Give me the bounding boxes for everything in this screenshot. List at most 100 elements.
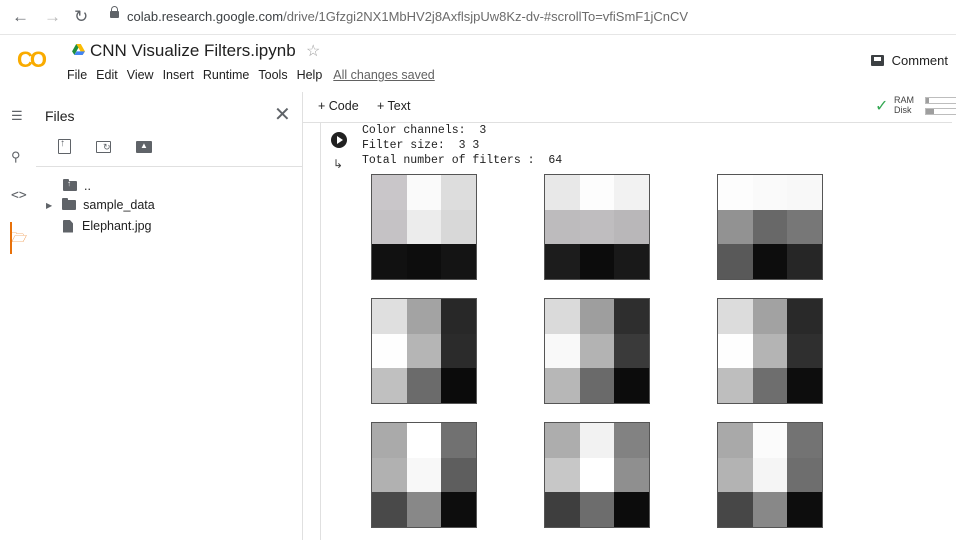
filter-pixel: [718, 299, 753, 334]
code-snippets-icon[interactable]: <>: [11, 188, 27, 203]
filter-pixel: [372, 333, 407, 369]
filter-pixel: [614, 244, 649, 279]
save-status-link[interactable]: All changes saved: [333, 68, 434, 82]
right-edge: [952, 122, 956, 540]
menu-edit[interactable]: Edit: [96, 68, 118, 82]
files-panel-title: Files: [45, 108, 75, 124]
filter-pixel: [372, 423, 407, 458]
filter-pixel: [718, 368, 753, 403]
filter-pixel: [787, 492, 822, 527]
resource-labels[interactable]: RAM Disk: [894, 95, 914, 115]
output-line: Color channels: 3: [362, 124, 487, 137]
file-tree-label: Elephant.jpg: [82, 219, 152, 233]
filter-pixel: [579, 368, 615, 403]
close-icon[interactable]: ✕: [274, 102, 291, 127]
filter-pixel: [718, 423, 753, 458]
cell-gutter: [320, 122, 321, 540]
filter-pixel: [406, 368, 442, 403]
file-tree-item-elephant[interactable]: Elephant.jpg: [61, 216, 152, 236]
url-path: /drive/1Gfzgi2NX1MbHV2j8AxflsjpUw8Kz-dv-…: [283, 9, 689, 24]
filter-pixel: [545, 175, 580, 210]
filter-pixel: [787, 209, 822, 245]
filter-pixel: [406, 175, 442, 210]
filter-pixel: [614, 423, 649, 458]
filter-pixel: [718, 209, 753, 245]
file-tree-item-parent[interactable]: ..: [63, 176, 91, 196]
filter-pixel: [441, 333, 476, 369]
filter-pixel: [372, 209, 407, 245]
filter-pixel: [545, 333, 580, 369]
filter-pixel: [441, 423, 476, 458]
filter-image: [717, 298, 823, 404]
expand-caret-icon[interactable]: ▶: [46, 201, 52, 210]
output-line: Filter size: 3 3: [362, 139, 480, 152]
filter-pixel: [545, 457, 580, 493]
filter-pixel: [614, 209, 649, 245]
url-host: colab.research.google.com: [127, 9, 284, 24]
colab-logo[interactable]: CO: [17, 47, 47, 73]
filter-pixel: [372, 457, 407, 493]
filter-image: [371, 422, 477, 528]
files-panel: Files ✕ .. ▶ sample_data Elephant.jpg: [36, 92, 303, 540]
filter-pixel: [752, 368, 788, 403]
menu-view[interactable]: View: [127, 68, 154, 82]
star-icon[interactable]: ☆: [306, 41, 320, 61]
filter-pixel: [406, 457, 442, 493]
notebook-title[interactable]: CNN Visualize Filters.ipynb: [90, 41, 296, 61]
ram-usage-bar: [925, 97, 956, 104]
filter-pixel: [441, 368, 476, 403]
filter-pixel: [545, 209, 580, 245]
filter-pixel: [614, 333, 649, 369]
output-icon[interactable]: ↳: [333, 157, 343, 171]
filter-pixel: [406, 244, 442, 279]
filter-pixel: [718, 492, 753, 527]
filter-pixel: [718, 457, 753, 493]
filter-pixel: [752, 423, 788, 458]
google-drive-icon: [72, 44, 85, 55]
filter-pixel: [372, 492, 407, 527]
filter-pixel: [579, 333, 615, 369]
filter-pixel: [787, 457, 822, 493]
back-arrow-icon[interactable]: ←: [12, 7, 29, 27]
run-cell-button[interactable]: [331, 132, 347, 148]
ram-label: RAM: [894, 95, 914, 105]
filter-pixel: [441, 457, 476, 493]
disk-label: Disk: [894, 105, 912, 115]
filter-pixel: [787, 244, 822, 279]
folder-icon[interactable]: 🗁: [11, 229, 27, 251]
filter-image: [717, 422, 823, 528]
filter-pixel: [718, 175, 753, 210]
filter-pixel: [752, 244, 788, 279]
comment-icon: [870, 55, 884, 66]
refresh-icon[interactable]: [96, 141, 111, 153]
filter-pixel: [718, 333, 753, 369]
filter-pixel: [579, 457, 615, 493]
filter-image: [544, 422, 650, 528]
add-text-button[interactable]: + Text: [377, 99, 410, 113]
search-icon[interactable]: ⚲: [11, 149, 21, 165]
filter-pixel: [752, 299, 788, 334]
files-toolbar: [58, 138, 177, 154]
filter-pixel: [752, 457, 788, 493]
reload-icon[interactable]: ↻: [74, 7, 88, 27]
comment-button[interactable]: Comment: [870, 53, 948, 68]
upload-icon[interactable]: [58, 138, 71, 154]
menu-tools[interactable]: Tools: [258, 68, 287, 82]
add-code-button[interactable]: + Code: [318, 99, 359, 113]
menu-file[interactable]: File: [67, 68, 87, 82]
file-tree-item-sample-data[interactable]: ▶ sample_data: [46, 195, 155, 215]
filter-pixel: [406, 333, 442, 369]
forward-arrow-icon[interactable]: →: [44, 7, 61, 27]
filter-pixel: [441, 299, 476, 334]
menu-help[interactable]: Help: [297, 68, 323, 82]
filter-pixel: [545, 299, 580, 334]
filter-pixel: [441, 209, 476, 245]
menu-insert[interactable]: Insert: [163, 68, 194, 82]
mount-drive-icon[interactable]: [136, 141, 152, 153]
folder-icon: [62, 198, 77, 210]
filter-pixel: [372, 299, 407, 334]
address-bar[interactable]: colab.research.google.com/drive/1Gfzgi2N…: [127, 9, 688, 24]
menu-runtime[interactable]: Runtime: [203, 68, 250, 82]
file-tree-label: sample_data: [83, 198, 155, 212]
table-of-contents-icon[interactable]: ☰: [11, 108, 23, 124]
